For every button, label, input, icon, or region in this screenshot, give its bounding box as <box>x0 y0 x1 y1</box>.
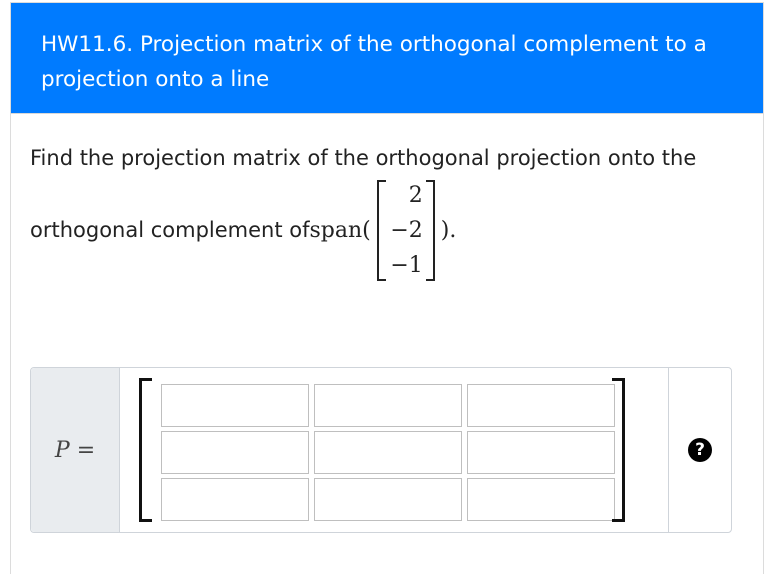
matrix-right-bracket <box>612 378 625 522</box>
span-vector: 2 −2 −1 <box>376 178 435 283</box>
answer-label: P = <box>31 368 120 532</box>
matrix-cell-3-3[interactable] <box>467 478 615 521</box>
matrix-grid <box>161 382 615 523</box>
answer-input-group: P = ? <box>30 367 732 533</box>
answer-matrix <box>139 378 625 522</box>
header-divider <box>11 113 763 114</box>
matrix-cell-2-3[interactable] <box>467 431 615 474</box>
matrix-cell-2-1[interactable] <box>161 431 309 474</box>
question-header: HW11.6. Projection matrix of the orthogo… <box>11 3 763 113</box>
question-prompt-line-2: orthogonal complement of span( 2 −2 −1 )… <box>30 170 456 290</box>
span-close: ). <box>440 217 457 243</box>
matrix-variable: P <box>54 437 70 463</box>
matrix-cell-1-3[interactable] <box>467 384 615 427</box>
matrix-cell-3-1[interactable] <box>161 478 309 521</box>
matrix-left-bracket <box>139 378 152 522</box>
vector-entry-2: −2 <box>390 217 423 243</box>
question-title: HW11.6. Projection matrix of the orthogo… <box>41 32 707 92</box>
vector-left-bracket <box>376 179 386 281</box>
matrix-cell-1-2[interactable] <box>314 384 462 427</box>
matrix-cell-3-2[interactable] <box>314 478 462 521</box>
vector-right-bracket <box>425 179 435 281</box>
vector-entry-3: −1 <box>390 252 423 278</box>
help-append: ? <box>668 368 731 532</box>
span-function: span( <box>309 217 371 243</box>
question-circle-icon[interactable]: ? <box>688 438 712 462</box>
vector-entry-1: 2 <box>408 182 423 208</box>
question-prompt-line-1: Find the projection matrix of the orthog… <box>30 146 697 170</box>
matrix-cell-1-1[interactable] <box>161 384 309 427</box>
prompt-text: orthogonal complement of <box>30 218 310 242</box>
equals-sign: = <box>76 437 96 463</box>
matrix-cell-2-2[interactable] <box>314 431 462 474</box>
